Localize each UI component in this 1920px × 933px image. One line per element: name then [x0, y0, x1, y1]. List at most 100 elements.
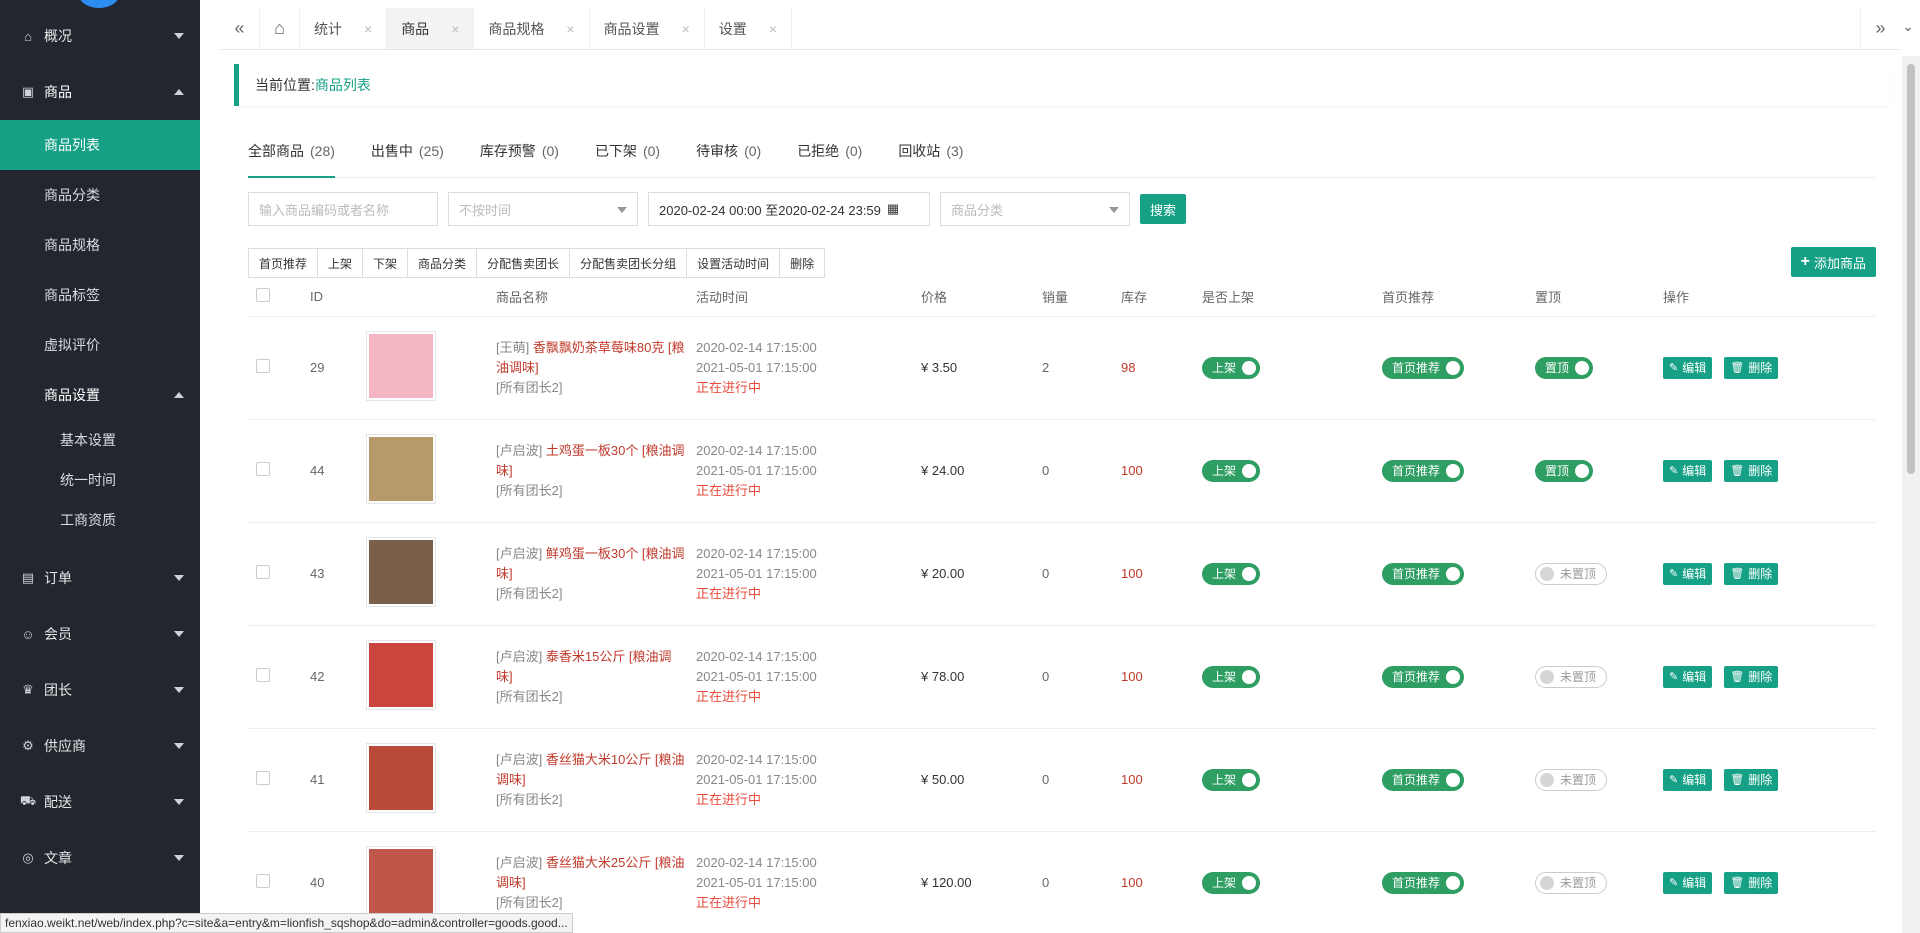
filter-tab[interactable]: 回收站 (3) — [898, 126, 963, 178]
recommend-toggle[interactable]: 首页推荐 — [1382, 356, 1465, 379]
sidebar-sub-goods-tag[interactable]: 商品标签 — [0, 270, 200, 320]
sidebar-item-articles[interactable]: ◎ 文章 — [0, 830, 200, 886]
time-end: 2021-05-01 17:15:00 — [696, 771, 817, 787]
sidebar-sub-basic-settings[interactable]: 基本设置 — [0, 420, 200, 460]
edit-button[interactable]: ✎ 编辑 — [1663, 871, 1713, 894]
recommend-toggle[interactable]: 首页推荐 — [1382, 871, 1465, 894]
category-select[interactable]: 商品分类 — [940, 192, 1130, 226]
tab-goods[interactable]: 商品 × — [387, 8, 475, 49]
search-button[interactable]: 搜索 — [1140, 194, 1187, 224]
bulk-action-button[interactable]: 设置活动时间 — [687, 249, 781, 277]
goods-thumbnail[interactable] — [366, 640, 436, 710]
sidebar-sub-goods-list[interactable]: 商品列表 — [0, 120, 200, 170]
scrollbar-thumb[interactable] — [1907, 64, 1915, 474]
edit-button[interactable]: ✎ 编辑 — [1663, 665, 1713, 688]
chevron-down-icon[interactable]: ⌄ — [1902, 18, 1914, 35]
filter-tab[interactable]: 待审核 (0) — [696, 126, 761, 178]
recommend-toggle[interactable]: 首页推荐 — [1382, 459, 1465, 482]
bulk-action-button[interactable]: 首页推荐 — [249, 249, 319, 277]
sidebar-item-orders[interactable]: ▤ 订单 — [0, 550, 200, 606]
edit-button[interactable]: ✎ 编辑 — [1663, 459, 1713, 482]
bulk-action-button[interactable]: 商品分类 — [408, 249, 478, 277]
top-toggle[interactable]: 未置顶 — [1535, 768, 1608, 791]
recommend-toggle[interactable]: 首页推荐 — [1382, 562, 1465, 585]
top-toggle[interactable]: 置顶 — [1535, 356, 1594, 379]
filter-tab[interactable]: 已下架 (0) — [595, 126, 660, 178]
time-filter-select[interactable]: 不按时间 — [448, 192, 638, 226]
goods-thumbnail[interactable] — [366, 434, 436, 504]
recommend-toggle[interactable]: 首页推荐 — [1382, 665, 1465, 688]
row-checkbox[interactable] — [256, 359, 270, 373]
bulk-action-button[interactable]: 分配售卖团长分组 — [570, 249, 688, 277]
sidebar-item-members[interactable]: ☺ 会员 — [0, 606, 200, 662]
bulk-action-button[interactable]: 删除 — [780, 249, 825, 277]
recommend-toggle[interactable]: 首页推荐 — [1382, 768, 1465, 791]
sidebar-sub-goods-category[interactable]: 商品分类 — [0, 170, 200, 220]
tab-settings[interactable]: 设置 × — [705, 8, 792, 49]
close-icon[interactable]: × — [364, 21, 372, 37]
edit-button[interactable]: ✎ 编辑 — [1663, 562, 1713, 585]
sidebar-item-delivery[interactable]: ⛟ 配送 — [0, 774, 200, 830]
row-checkbox[interactable] — [256, 771, 270, 785]
scroll-left-icon[interactable]: « — [220, 8, 260, 49]
goods-thumbnail[interactable] — [366, 846, 436, 916]
home-tab[interactable]: ⌂ — [260, 8, 300, 49]
row-checkbox[interactable] — [256, 462, 270, 476]
select-all-checkbox[interactable] — [256, 288, 270, 303]
tab-goods-spec[interactable]: 商品规格 × — [474, 8, 590, 49]
sidebar-sub-goods-spec[interactable]: 商品规格 — [0, 220, 200, 270]
close-icon[interactable]: × — [769, 21, 777, 37]
date-range-input[interactable]: 2020-02-24 00:00 至2020-02-24 23:59 ▦ — [648, 192, 930, 226]
onsale-toggle[interactable]: 上架 — [1202, 768, 1261, 791]
goods-thumbnail[interactable] — [366, 331, 436, 401]
filter-tab[interactable]: 全部商品 (28) — [248, 126, 335, 178]
onsale-toggle[interactable]: 上架 — [1202, 871, 1261, 894]
bulk-action-button[interactable]: 下架 — [363, 249, 409, 277]
close-icon[interactable]: × — [566, 21, 574, 37]
delete-button[interactable]: 🗑 删除 — [1724, 356, 1779, 379]
onsale-toggle[interactable]: 上架 — [1202, 459, 1261, 482]
top-toggle[interactable]: 未置顶 — [1535, 562, 1608, 585]
delete-button[interactable]: 🗑 删除 — [1724, 562, 1779, 585]
sidebar-sub-virtual-review[interactable]: 虚拟评价 — [0, 320, 200, 370]
delete-button[interactable]: 🗑 删除 — [1724, 871, 1779, 894]
top-toggle[interactable]: 未置顶 — [1535, 665, 1608, 688]
filter-tab[interactable]: 已拒绝 (0) — [797, 126, 862, 178]
scroll-right-icon[interactable]: » — [1860, 8, 1900, 49]
sidebar-sub-goods-settings[interactable]: 商品设置 — [0, 370, 200, 420]
close-icon[interactable]: × — [682, 21, 690, 37]
bulk-action-button[interactable]: 分配售卖团长 — [477, 249, 571, 277]
sidebar-sub-unified-time[interactable]: 统一时间 — [0, 460, 200, 500]
top-toggle[interactable]: 置顶 — [1535, 459, 1594, 482]
onsale-toggle[interactable]: 上架 — [1202, 665, 1261, 688]
filter-tab[interactable]: 库存预警 (0) — [480, 126, 559, 178]
sidebar-sub-business-license[interactable]: 工商资质 — [0, 500, 200, 540]
top-toggle[interactable]: 未置顶 — [1535, 871, 1608, 894]
breadcrumb-current[interactable]: 商品列表 — [315, 75, 371, 95]
goods-thumbnail[interactable] — [366, 743, 436, 813]
goods-thumbnail[interactable] — [366, 537, 436, 607]
delete-button[interactable]: 🗑 删除 — [1724, 768, 1779, 791]
row-checkbox[interactable] — [256, 874, 270, 888]
delete-button[interactable]: 🗑 删除 — [1724, 459, 1779, 482]
tab-statistics[interactable]: 统计 × — [300, 8, 388, 49]
button-label: 删除 — [1748, 361, 1773, 375]
close-icon[interactable]: × — [451, 21, 459, 37]
edit-button[interactable]: ✎ 编辑 — [1663, 768, 1713, 791]
sidebar-item-leaders[interactable]: ♛ 团长 — [0, 662, 200, 718]
filter-tab[interactable]: 出售中 (25) — [371, 126, 444, 178]
bulk-action-button[interactable]: 上架 — [318, 249, 364, 277]
row-checkbox[interactable] — [256, 668, 270, 682]
edit-button[interactable]: ✎ 编辑 — [1663, 356, 1713, 379]
onsale-toggle[interactable]: 上架 — [1202, 356, 1261, 379]
page-scrollbar[interactable] — [1902, 56, 1920, 933]
add-goods-button[interactable]: + 添加商品 — [1790, 247, 1876, 277]
onsale-toggle[interactable]: 上架 — [1202, 562, 1261, 585]
tab-goods-settings[interactable]: 商品设置 × — [590, 8, 705, 49]
row-checkbox[interactable] — [256, 565, 270, 579]
delete-button[interactable]: 🗑 删除 — [1724, 665, 1779, 688]
sidebar-item-overview[interactable]: ⌂ 概况 — [0, 8, 200, 64]
sidebar-item-goods[interactable]: ▣ 商品 — [0, 64, 200, 120]
search-input[interactable]: 输入商品编码或者名称 — [248, 192, 438, 226]
sidebar-item-suppliers[interactable]: ⚙ 供应商 — [0, 718, 200, 774]
